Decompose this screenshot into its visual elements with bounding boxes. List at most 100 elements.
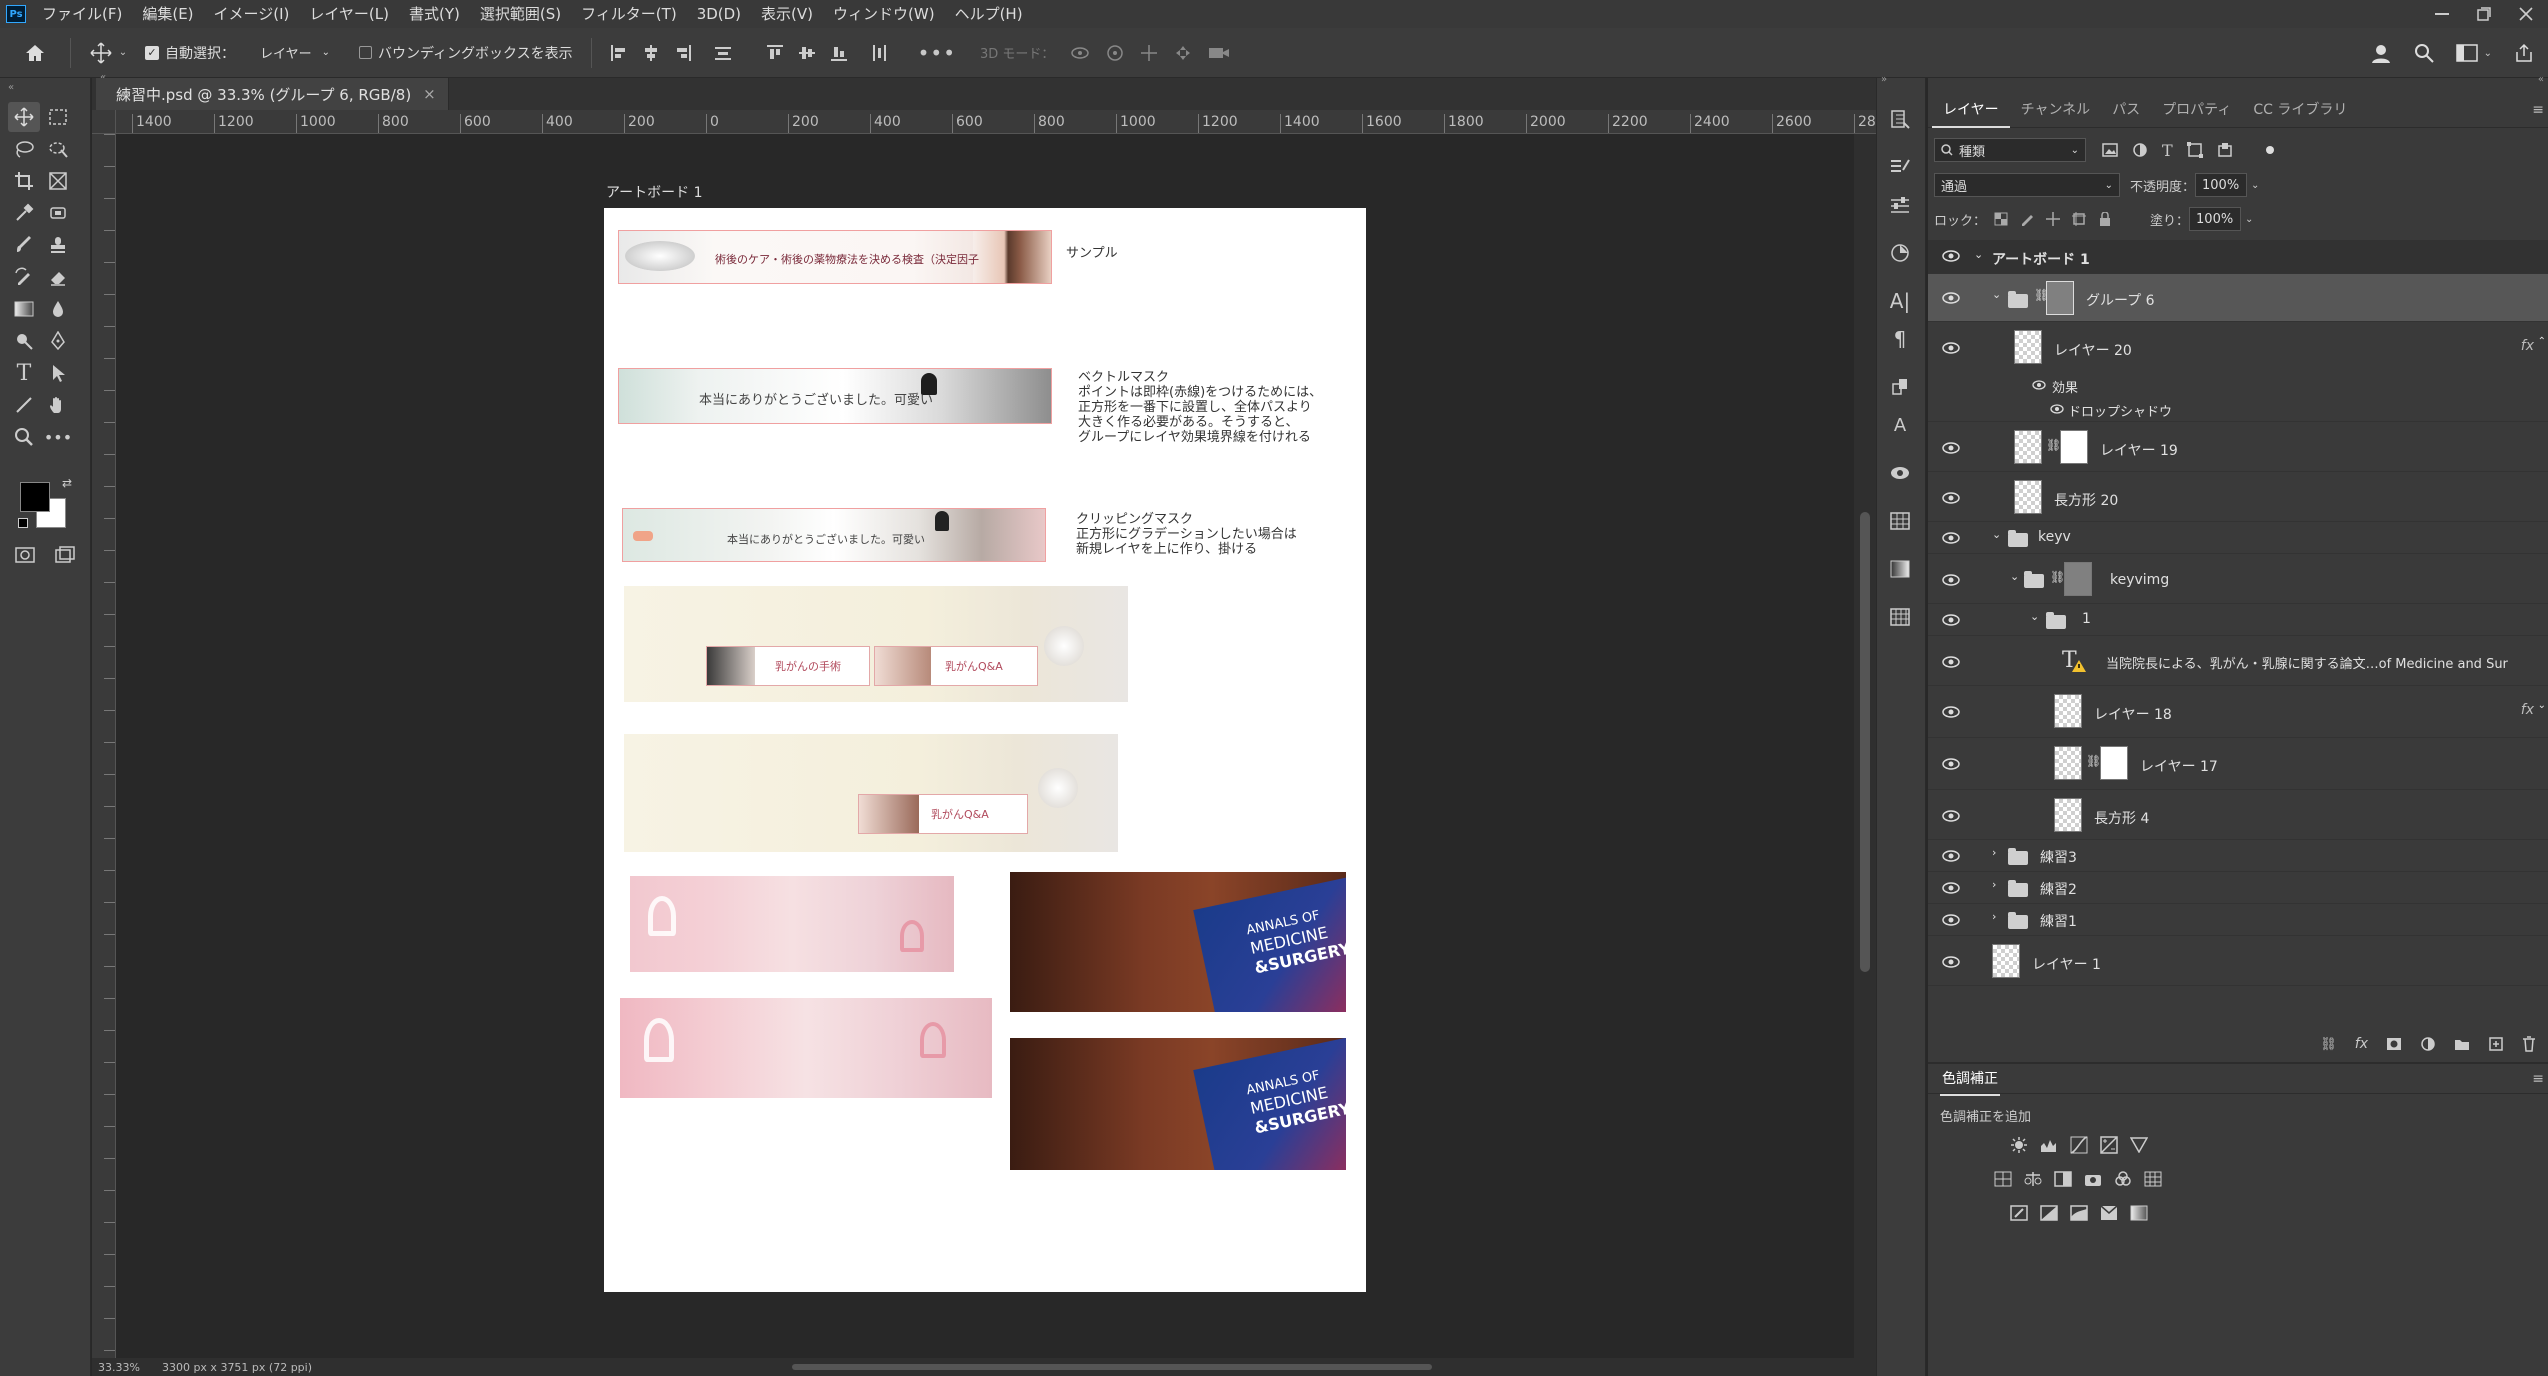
share-icon[interactable] xyxy=(2514,43,2534,63)
menu-edit[interactable]: 編集(E) xyxy=(132,0,203,28)
auto-select-checkbox[interactable]: ✓ xyxy=(145,45,159,60)
more-tools-icon[interactable]: ••• xyxy=(42,422,74,452)
pan-3d-icon[interactable] xyxy=(1140,44,1158,62)
filter-smart-object-icon[interactable] xyxy=(2217,142,2233,158)
layer-row-folder1[interactable]: ⌄ 1 xyxy=(1928,604,2548,636)
layer-filter-kind[interactable]: 種類 ⌄ xyxy=(1934,138,2086,162)
panel-menu-icon[interactable]: ≡ xyxy=(2532,102,2544,118)
menu-type[interactable]: 書式(Y) xyxy=(399,0,470,28)
visibility-eye-icon[interactable] xyxy=(1942,342,1962,356)
bbox-checkbox[interactable] xyxy=(359,46,372,59)
history-panel-icon[interactable] xyxy=(1887,106,1913,132)
layer-thumbnail[interactable] xyxy=(2054,694,2082,728)
opacity-input[interactable]: 100% xyxy=(2195,173,2248,197)
orbit-3d-icon[interactable] xyxy=(1070,44,1090,62)
visibility-eye-icon[interactable] xyxy=(1942,250,1962,264)
swatches-panel-icon[interactable] xyxy=(1887,240,1913,266)
layer-name[interactable]: 練習3 xyxy=(2040,847,2077,867)
lock-all-icon[interactable] xyxy=(2098,212,2112,226)
threshold-icon[interactable] xyxy=(2068,1202,2090,1224)
lock-position-icon[interactable] xyxy=(2046,212,2061,226)
fill-input[interactable]: 100% xyxy=(2189,207,2242,231)
menu-filter[interactable]: フィルター(T) xyxy=(571,0,687,28)
card-qa[interactable]: 乳がんQ&A xyxy=(858,794,1028,834)
glyphs-panel-icon[interactable] xyxy=(1887,374,1913,400)
foreground-color-swatch[interactable] xyxy=(20,482,50,512)
layer-thumbnail[interactable] xyxy=(2014,330,2042,364)
eraser-tool[interactable] xyxy=(42,262,74,292)
chevron-right-icon[interactable]: › xyxy=(1992,878,1996,891)
tab-layers[interactable]: レイヤー xyxy=(1932,92,2010,128)
layer-name[interactable]: レイヤー 18 xyxy=(2094,704,2172,724)
chevron-up-icon[interactable]: ⌃ xyxy=(2538,336,2546,347)
menu-layer[interactable]: レイヤー(L) xyxy=(299,0,399,28)
app-logo[interactable]: Ps xyxy=(6,5,26,23)
tab-channels[interactable]: チャンネル xyxy=(2010,92,2102,128)
visibility-eye-icon[interactable] xyxy=(1942,532,1962,546)
chevron-right-icon[interactable]: › xyxy=(1992,846,1996,859)
marquee-tool[interactable] xyxy=(42,102,74,132)
visibility-eye-icon[interactable] xyxy=(1942,956,1962,970)
home-icon[interactable] xyxy=(22,40,48,66)
visibility-eye-icon[interactable] xyxy=(1942,656,1962,670)
artboard[interactable]: 術後のケア・術後の薬物療法を決める検査（決定因子 サンプル 本当にありがとうござ… xyxy=(604,208,1366,1292)
layer-row-layer17[interactable]: ⛓ レイヤー 17 xyxy=(1928,738,2548,790)
gradient-map-icon[interactable] xyxy=(2128,1202,2150,1224)
screen-mode-icon[interactable] xyxy=(52,542,78,568)
layer-row-artboard[interactable]: ⌄ アートボード 1 xyxy=(1928,240,2548,274)
line-tool[interactable] xyxy=(8,390,40,420)
align-right-icon[interactable] xyxy=(674,44,692,62)
chevron-down-icon[interactable]: ⌄ xyxy=(1992,528,2001,541)
layer-row-layer1[interactable]: レイヤー 1 xyxy=(1928,936,2548,986)
layer-mask-thumbnail[interactable] xyxy=(2100,746,2128,780)
chevron-down-icon[interactable]: ⌄ xyxy=(117,47,129,58)
layer-name[interactable]: keyv xyxy=(2038,529,2071,545)
gradient-tool[interactable] xyxy=(8,294,40,324)
properties-panel-icon[interactable] xyxy=(1887,192,1913,218)
channel-mixer-icon[interactable] xyxy=(2112,1168,2134,1190)
layer-name[interactable]: アートボード 1 xyxy=(1992,249,2090,269)
visibility-eye-icon[interactable] xyxy=(1942,442,1962,456)
black-white-icon[interactable] xyxy=(2052,1168,2074,1190)
menu-window[interactable]: ウィンドウ(W) xyxy=(823,0,945,28)
crop-tool[interactable] xyxy=(8,166,40,196)
patterns-panel-icon[interactable] xyxy=(1887,604,1913,630)
visibility-eye-icon[interactable] xyxy=(1942,758,1962,772)
visibility-eye-icon[interactable] xyxy=(1942,292,1962,306)
stamp-tool[interactable] xyxy=(42,230,74,260)
shape-layer-thumbnail[interactable] xyxy=(2014,480,2042,514)
photo-filter-icon[interactable] xyxy=(2082,1168,2104,1190)
hue-saturation-icon[interactable] xyxy=(1992,1168,2014,1190)
document-tab[interactable]: 練習中.psd @ 33.3% (グループ 6, RGB/8) × xyxy=(96,78,449,110)
color-lookup-icon[interactable] xyxy=(2142,1168,2164,1190)
blend-mode-dropdown[interactable]: 通過 ⌄ xyxy=(1934,173,2120,197)
canvas-area[interactable]: アートボード 1 術後のケア・術後の薬物療法を決める検査（決定因子 サンプル 本… xyxy=(116,134,1854,1360)
vibrance-icon[interactable] xyxy=(2128,1134,2150,1156)
visibility-eye-icon[interactable] xyxy=(1942,614,1962,628)
filter-adjustment-icon[interactable] xyxy=(2132,142,2148,158)
tab-adjustments[interactable]: 色調補正 xyxy=(1940,1062,2000,1096)
panel-menu-icon[interactable]: ≡ xyxy=(2532,1071,2544,1087)
journal-image-2[interactable]: ANNALS OF MEDICINE &SURGERY xyxy=(1010,1038,1346,1170)
layer-row-practice3[interactable]: › 練習3 xyxy=(1928,840,2548,872)
visibility-eye-icon[interactable] xyxy=(1942,914,1962,928)
collapse-arrows-icon[interactable]: « xyxy=(2538,74,2544,85)
layer-mask-thumbnail[interactable] xyxy=(2060,430,2088,464)
path-select-tool[interactable] xyxy=(42,358,74,388)
invert-icon[interactable] xyxy=(2008,1202,2030,1224)
actions-panel-icon[interactable] xyxy=(1887,154,1913,180)
visibility-eye-icon[interactable] xyxy=(1942,810,1962,824)
move-tool[interactable] xyxy=(8,102,40,132)
layer-thumbnail[interactable] xyxy=(1992,944,2020,978)
filter-toggle-icon[interactable] xyxy=(2265,145,2275,155)
color-balance-icon[interactable] xyxy=(2022,1168,2044,1190)
align-hcenter-icon[interactable] xyxy=(642,44,660,62)
tab-cc-libraries[interactable]: CC ライブラリ xyxy=(2242,92,2358,128)
curves-icon[interactable] xyxy=(2068,1134,2090,1156)
layer-row-layer18[interactable]: レイヤー 18 fx ⌄ xyxy=(1928,686,2548,738)
scrollbar-thumb[interactable] xyxy=(1860,512,1870,972)
keyv-panel-2[interactable]: 乳がんQ&A xyxy=(624,734,1118,852)
type-tool[interactable]: T xyxy=(8,358,40,388)
restore-icon[interactable] xyxy=(2476,7,2492,21)
shape-layer-thumbnail[interactable] xyxy=(2054,798,2082,832)
